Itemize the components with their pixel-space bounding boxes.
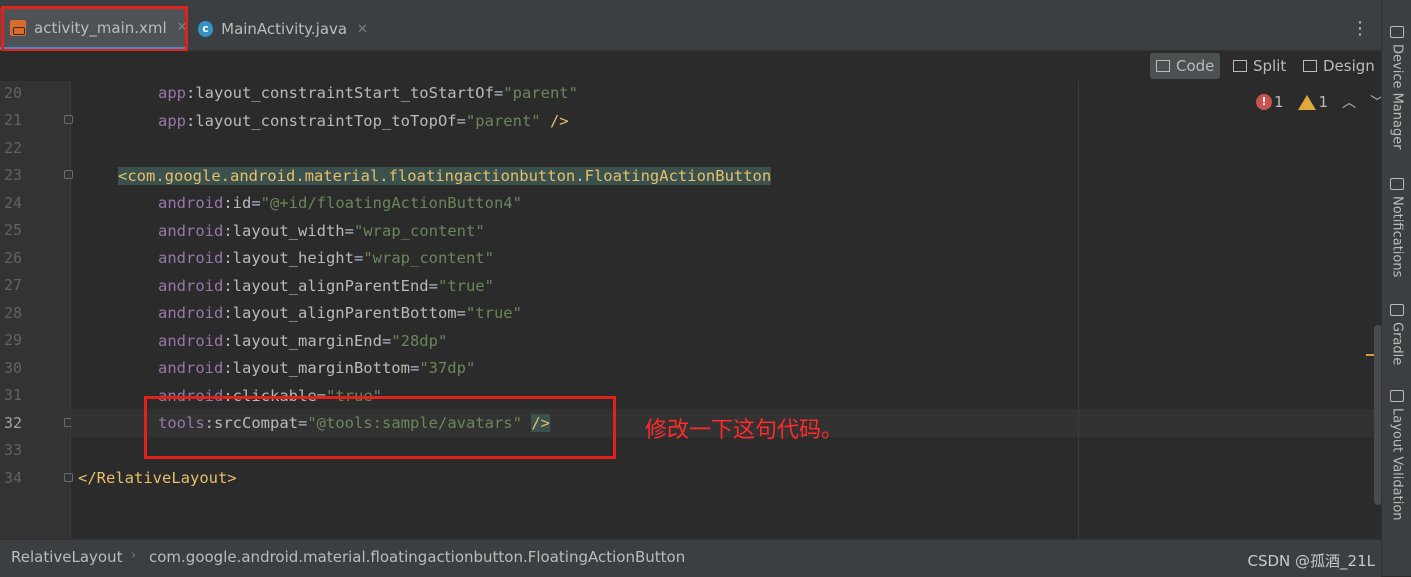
line-number: 32 bbox=[3, 414, 22, 432]
device-manager-icon bbox=[1390, 26, 1404, 38]
annotation-box-tab bbox=[1, 6, 188, 52]
line-number: 25 bbox=[3, 221, 22, 239]
line-number: 27 bbox=[3, 276, 22, 294]
line-number: 26 bbox=[3, 249, 22, 267]
code-line-20: app:layout_constraintStart_toStartOf="pa… bbox=[158, 84, 578, 102]
line-number: 23 bbox=[3, 166, 22, 184]
design-mode-label: Design bbox=[1323, 57, 1375, 75]
breadcrumb-item-relativelayout[interactable]: RelativeLayout bbox=[11, 548, 122, 566]
code-editor[interactable]: app:layout_constraintStart_toStartOf="pa… bbox=[71, 81, 1381, 539]
design-view-icon bbox=[1303, 60, 1317, 72]
line-number: 24 bbox=[3, 194, 22, 212]
code-line-34: </RelativeLayout> bbox=[78, 469, 237, 487]
device-manager-tab[interactable]: Device Manager bbox=[1382, 26, 1411, 150]
code-line-21: app:layout_constraintTop_toTopOf="parent… bbox=[158, 112, 569, 130]
notifications-label: Notifications bbox=[1389, 196, 1405, 278]
breadcrumb-item-fab[interactable]: com.google.android.material.floatingacti… bbox=[149, 548, 685, 566]
right-margin-guide bbox=[1078, 81, 1079, 539]
chevron-right-icon: › bbox=[131, 548, 137, 563]
more-options-icon[interactable]: ⋮ bbox=[1351, 18, 1369, 39]
line-number: 31 bbox=[3, 386, 22, 404]
code-mode-label: Code bbox=[1176, 57, 1215, 75]
close-icon[interactable]: ✕ bbox=[357, 22, 368, 37]
annotation-box-code bbox=[144, 396, 616, 459]
java-class-icon: c bbox=[198, 21, 214, 37]
tab-label: MainActivity.java bbox=[221, 20, 348, 38]
error-icon: ! bbox=[1256, 94, 1272, 110]
code-view-icon bbox=[1156, 60, 1170, 72]
annotation-note: 修改一下这句代码。 bbox=[645, 418, 844, 443]
line-number: 33 bbox=[3, 441, 22, 459]
split-view-icon bbox=[1233, 60, 1247, 72]
line-number: 20 bbox=[3, 84, 22, 102]
code-line-23: <com.google.android.material.floatingact… bbox=[118, 167, 772, 185]
editor-tab-bar: activity_main.xml ✕ c MainActivity.java … bbox=[0, 8, 1381, 51]
bell-icon bbox=[1390, 178, 1404, 190]
layout-validation-tab[interactable]: Layout Validation bbox=[1382, 390, 1411, 521]
tab-mainactivity-java[interactable]: c MainActivity.java ✕ bbox=[198, 8, 368, 50]
gradle-tab[interactable]: Gradle bbox=[1382, 304, 1411, 365]
gradle-elephant-icon bbox=[1390, 304, 1404, 316]
code-line-25: android:layout_width="wrap_content" bbox=[158, 222, 485, 240]
breadcrumb-bar: RelativeLayout › com.google.android.mate… bbox=[0, 539, 1381, 577]
line-number: 29 bbox=[3, 331, 22, 349]
code-line-26: android:layout_height="wrap_content" bbox=[158, 249, 494, 267]
previous-highlight-icon[interactable]: ︿ bbox=[1342, 92, 1356, 112]
design-mode-button[interactable]: Design bbox=[1297, 53, 1381, 79]
code-line-30: android:layout_marginBottom="37dp" bbox=[158, 359, 476, 377]
line-number: 28 bbox=[3, 304, 22, 322]
code-line-27: android:layout_alignParentEnd="true" bbox=[158, 277, 494, 295]
gradle-label: Gradle bbox=[1389, 322, 1405, 366]
code-line-28: android:layout_alignParentBottom="true" bbox=[158, 304, 522, 322]
line-number: 21 bbox=[3, 111, 22, 129]
code-mode-button[interactable]: Code bbox=[1150, 53, 1221, 79]
top-toolbar-strip bbox=[0, 0, 1381, 8]
inspection-widget[interactable]: ! 1 1 ︿ ﹀ bbox=[1256, 92, 1384, 112]
line-number: 30 bbox=[3, 359, 22, 377]
view-mode-bar: Code Split Design bbox=[0, 51, 1381, 81]
code-line-24: android:id="@+id/floatingActionButton4" bbox=[158, 194, 522, 212]
warning-count: 1 bbox=[1318, 93, 1329, 111]
line-number: 34 bbox=[3, 469, 22, 487]
warning-icon bbox=[1297, 94, 1316, 110]
device-manager-label: Device Manager bbox=[1389, 44, 1405, 150]
layout-validation-label: Layout Validation bbox=[1389, 408, 1405, 521]
line-number-gutter: 20 21 22 23 24 25 26 27 28 29 30 31 32 3… bbox=[0, 81, 73, 539]
split-mode-label: Split bbox=[1253, 57, 1287, 75]
split-mode-button[interactable]: Split bbox=[1227, 53, 1292, 79]
notifications-tab[interactable]: Notifications bbox=[1382, 178, 1411, 277]
error-count: 1 bbox=[1274, 93, 1284, 111]
watermark: CSDN @孤酒_21L bbox=[1247, 552, 1375, 570]
line-number: 22 bbox=[3, 139, 22, 157]
code-line-29: android:layout_marginEnd="28dp" bbox=[158, 332, 448, 350]
layout-validation-icon bbox=[1390, 390, 1404, 402]
right-tool-window-bar: Device Manager Notifications Gradle Layo… bbox=[1381, 0, 1411, 576]
